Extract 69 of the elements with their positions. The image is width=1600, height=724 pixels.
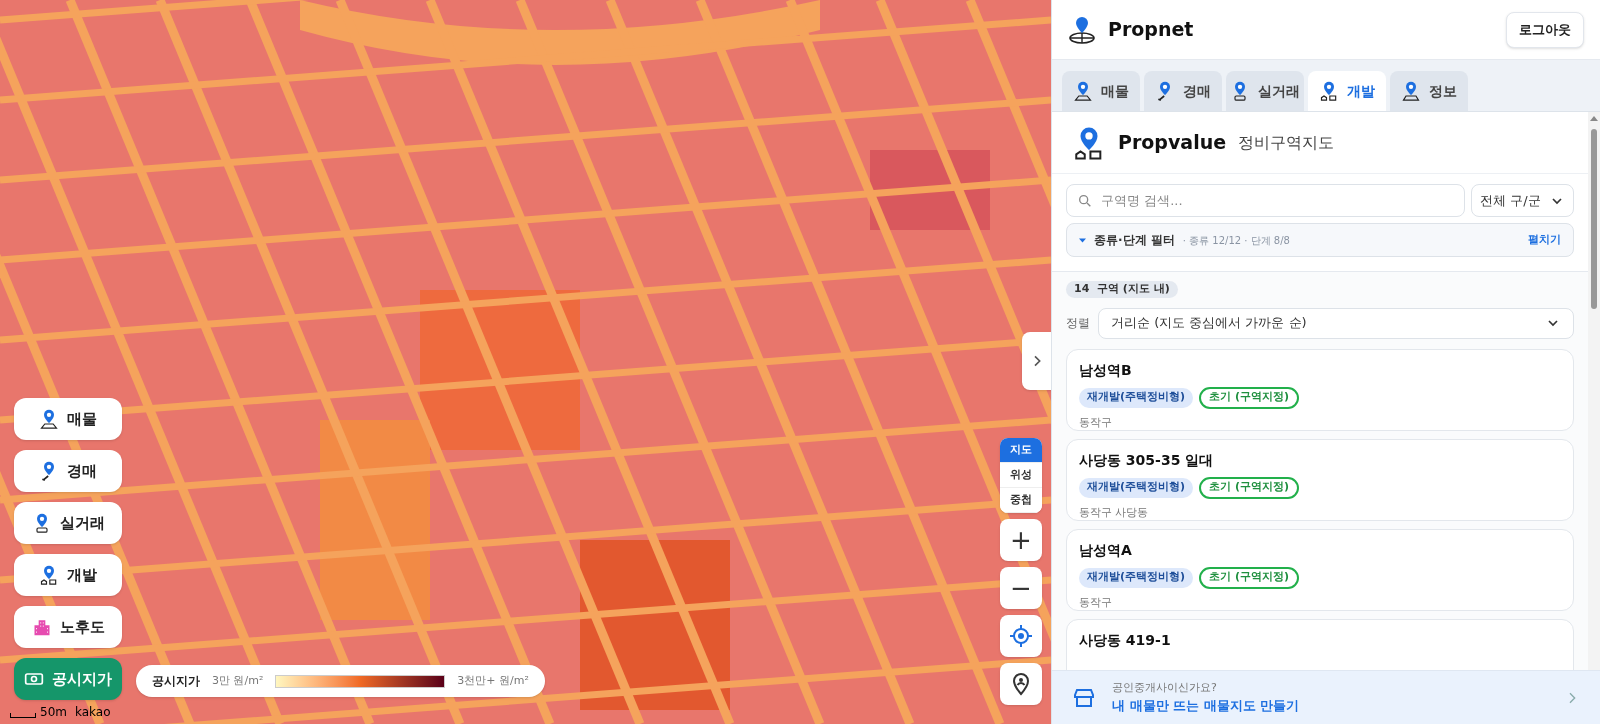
- app-subtitle: 정비구역지도: [1238, 131, 1335, 154]
- logout-button[interactable]: 로그아웃: [1506, 11, 1584, 48]
- crosshair-icon: [1009, 624, 1033, 648]
- zoom-in-button[interactable]: +: [1000, 519, 1042, 561]
- zone-card[interactable]: 남성역A 재개발(주택정비형) 초기 (구역지정) 동작구: [1066, 528, 1574, 611]
- layer-button[interactable]: 노후도: [14, 606, 122, 648]
- brand-name: Propnet: [1108, 17, 1194, 43]
- search-field[interactable]: 구역명 검색...: [1066, 184, 1465, 217]
- promo-banner[interactable]: 공인중개사이신가요? 내 매물만 뜨는 매물지도 만들기: [1052, 670, 1600, 724]
- sort-label: 정렬: [1066, 315, 1090, 332]
- legend-title: 공시지가: [152, 673, 200, 690]
- zone-card[interactable]: 남성역B 재개발(주택정비형) 초기 (구역지정) 동작구: [1066, 348, 1574, 431]
- zone-name: 남성역A: [1079, 540, 1133, 560]
- stage-tag: 초기 (구역지정): [1199, 386, 1299, 409]
- zone-name: 사당동 305-35 일대: [1079, 450, 1215, 470]
- layer-button[interactable]: 경매: [14, 450, 122, 492]
- map-type-option[interactable]: 위성: [1000, 463, 1042, 488]
- district-select[interactable]: 전체 구/군: [1471, 184, 1574, 217]
- locate-button[interactable]: [1000, 615, 1042, 657]
- scrollbar[interactable]: [1588, 112, 1600, 670]
- legend-min: 3만 원/m²: [212, 672, 264, 689]
- stage-tag: 초기 (구역지정): [1199, 476, 1299, 499]
- map-type-option[interactable]: 중첩: [1000, 488, 1042, 513]
- my-location-button[interactable]: [1000, 663, 1042, 705]
- filter-bar[interactable]: 종류·단계 필터 · 종류 12/12 · 단계 8/8 펼치기: [1066, 223, 1574, 257]
- filter-label: 종류·단계 필터: [1094, 232, 1175, 249]
- nav-tab[interactable]: 매물: [1062, 71, 1140, 111]
- nav-tab[interactable]: 개발: [1308, 71, 1386, 111]
- map-attribution: kakao: [74, 706, 111, 718]
- banner-action: 내 매물만 뜨는 매물지도 만들기: [1112, 697, 1301, 715]
- banner-question: 공인중개사이신가요?: [1112, 679, 1218, 696]
- sort-select[interactable]: 거리순 (지도 중심에서 가까운 순): [1098, 307, 1574, 339]
- zone-card[interactable]: 사당동 419-1: [1066, 618, 1574, 670]
- collapse-button[interactable]: [1022, 332, 1051, 390]
- pin-icon: [1401, 81, 1421, 101]
- pin-icon: [39, 565, 59, 585]
- zone-name: 남성역B: [1079, 360, 1133, 380]
- layer-button[interactable]: 매물: [14, 398, 122, 440]
- nav-tab[interactable]: 경매: [1144, 71, 1222, 111]
- layer-button[interactable]: 실거래: [14, 502, 122, 544]
- zone-location: 동작구: [1079, 414, 1113, 431]
- nav-tab[interactable]: 실거래: [1226, 71, 1304, 111]
- layer-button[interactable]: 공시지가: [14, 658, 122, 700]
- type-tag: 재개발(주택정비형): [1079, 477, 1194, 498]
- zone-card[interactable]: 사당동 305-35 일대 재개발(주택정비형) 초기 (구역지정) 동작구 사당동: [1066, 438, 1574, 521]
- zone-count: 14 구역 (지도 내): [1066, 281, 1178, 298]
- zone-location: 동작구: [1079, 594, 1113, 611]
- scale-bar: [10, 713, 36, 718]
- pin-icon: [39, 409, 59, 429]
- globe-pin-logo: [1068, 15, 1096, 44]
- expand-link[interactable]: 펼치기: [1528, 231, 1561, 249]
- map-drawing[interactable]: [0, 0, 1051, 724]
- stage-tag: 초기 (구역지정): [1199, 566, 1299, 589]
- caret-icon: [1079, 236, 1086, 244]
- nav-tab[interactable]: 정보: [1390, 71, 1468, 111]
- type-tag: 재개발(주택정비형): [1079, 567, 1194, 588]
- layer-button[interactable]: 개발: [14, 554, 122, 596]
- pin-icon: [1319, 81, 1339, 101]
- zone-name: 사당동 419-1: [1079, 630, 1172, 650]
- zone-location: 동작구 사당동: [1079, 504, 1150, 521]
- map-type-option[interactable]: 지도: [1000, 438, 1042, 463]
- search-icon: [1077, 193, 1093, 209]
- pin-icon: [1073, 81, 1093, 101]
- filter-summary: · 종류 12/12 · 단계 8/8: [1182, 233, 1290, 248]
- legend-max: 3천만+ 원/m²: [457, 672, 529, 689]
- zoom-out-button[interactable]: −: [1000, 567, 1042, 609]
- type-tag: 재개발(주택정비형): [1079, 387, 1194, 408]
- scale-label: 50m: [40, 706, 67, 718]
- app-title: Propvalue: [1118, 130, 1227, 156]
